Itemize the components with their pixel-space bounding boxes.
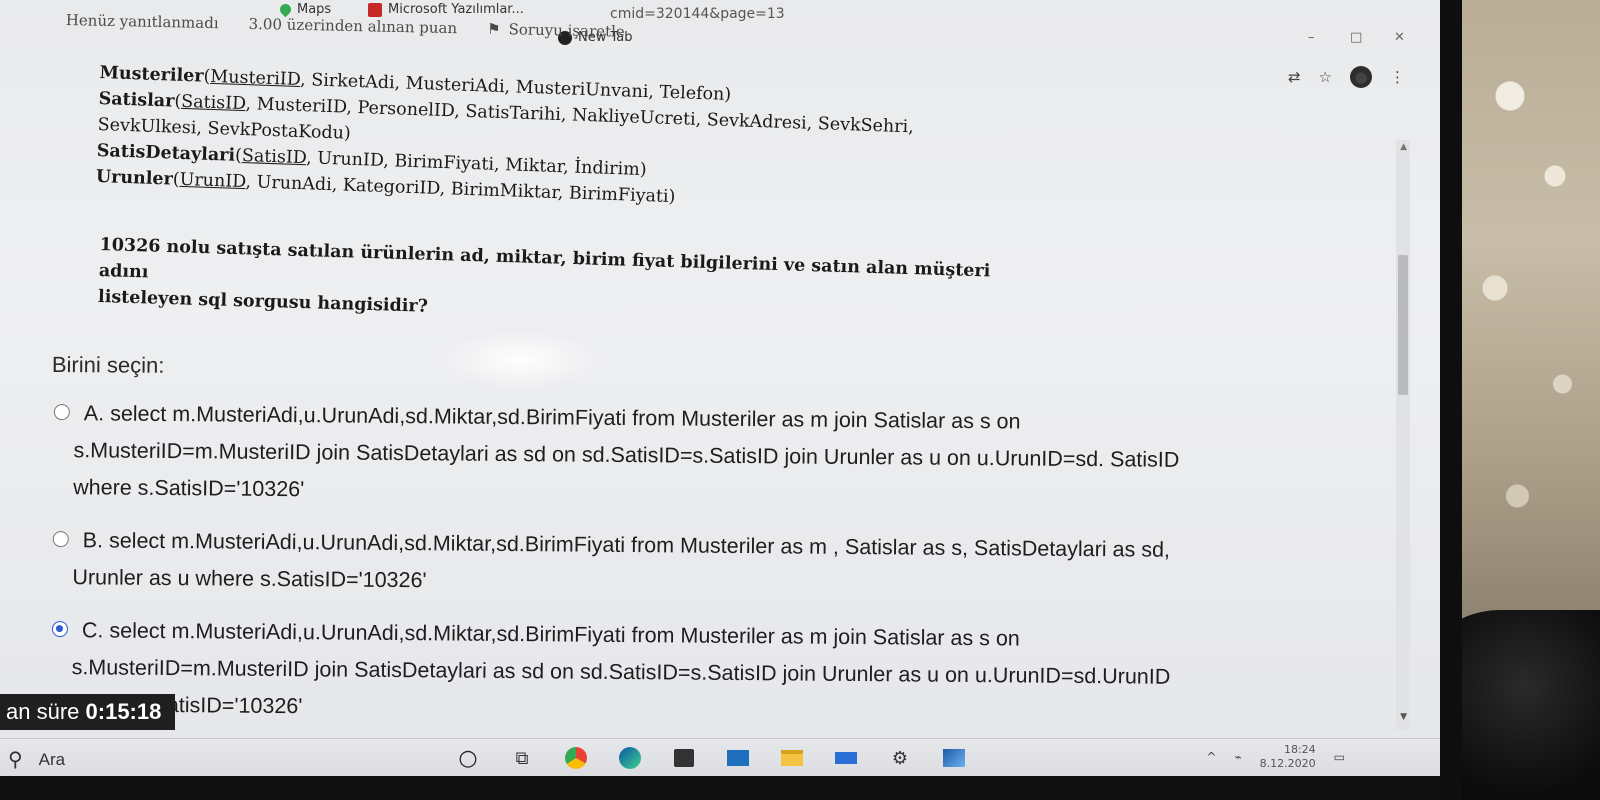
menu-icon[interactable]: ⋮ xyxy=(1390,68,1405,86)
maximize-button[interactable]: □ xyxy=(1350,30,1362,45)
photo-frame: Maps Microsoft Yazılımlar... New Tab cmi… xyxy=(0,0,1600,800)
search-label: Ara xyxy=(38,749,66,769)
taskbar-apps: ○ ⧉ ⚙ xyxy=(455,745,967,771)
translate-icon[interactable]: ⇄ xyxy=(1288,68,1301,86)
windows-taskbar: ⚲ Ara ○ ⧉ ⚙ ^ ⌁ 18:24 8.12.2020 ▭ xyxy=(0,738,1455,776)
answer-options: A. select m.MusteriAdi,u.UrunAdi,sd.Mikt… xyxy=(49,395,1272,738)
question-status: Henüz yanıtlanmadı xyxy=(65,11,219,33)
photos-icon[interactable] xyxy=(941,745,967,771)
flag-label: Soruyu işaretle xyxy=(508,20,625,41)
taskbar-search[interactable]: ⚲ Ara xyxy=(8,747,65,772)
file-explorer-icon[interactable] xyxy=(779,745,805,771)
monitor-bezel-bottom xyxy=(0,776,1455,800)
system-tray: ^ ⌁ 18:24 8.12.2020 ▭ xyxy=(1206,743,1345,771)
scroll-down-icon[interactable]: ▼ xyxy=(1400,712,1407,722)
flag-icon: ⚑ xyxy=(486,19,501,39)
option-b[interactable]: B. select m.MusteriAdi,u.UrunAdi,sd.Mikt… xyxy=(50,522,1271,607)
quiz-timer: an süre 0:15:18 xyxy=(0,694,176,730)
chrome-icon[interactable] xyxy=(563,745,589,771)
mail-icon[interactable] xyxy=(725,745,751,771)
monitor-bezel-right xyxy=(1440,0,1462,800)
question-points: 3.00 üzerinden alınan puan xyxy=(248,14,458,38)
option-a[interactable]: A. select m.MusteriAdi,u.UrunAdi,sd.Mikt… xyxy=(51,395,1272,517)
network-app-icon[interactable] xyxy=(833,745,859,771)
clock-time: 18:24 xyxy=(1283,743,1316,756)
search-icon: ⚲ xyxy=(8,749,23,771)
scrollbar-thumb[interactable] xyxy=(1398,255,1408,395)
task-view-icon[interactable]: ⧉ xyxy=(509,745,535,771)
browser-toolbar: ⇄ ☆ ● ⋮ xyxy=(1288,66,1405,88)
clock-date: 8.12.2020 xyxy=(1259,757,1316,770)
page-scrollbar[interactable] xyxy=(1396,140,1410,730)
flag-question-link[interactable]: ⚑ Soruyu işaretle xyxy=(487,20,625,41)
question-text: 10326 nolu satışta satılan ürünlerin ad,… xyxy=(98,232,1000,337)
timer-value: 0:15:18 xyxy=(85,699,162,724)
store-icon[interactable] xyxy=(671,745,697,771)
bookmark-label: Maps xyxy=(297,2,332,17)
option-c[interactable]: C. select m.MusteriAdi,u.UrunAdi,sd.Mikt… xyxy=(49,612,1270,734)
network-icon[interactable]: ⌁ xyxy=(1234,750,1241,764)
star-icon[interactable]: ☆ xyxy=(1319,68,1332,86)
close-button[interactable]: ✕ xyxy=(1394,30,1405,45)
minimize-button[interactable]: – xyxy=(1308,30,1315,45)
notification-icon[interactable]: ▭ xyxy=(1334,750,1345,764)
radio-option-c[interactable] xyxy=(51,621,69,638)
profile-avatar[interactable]: ● xyxy=(1350,66,1372,88)
chevron-up-icon[interactable]: ^ xyxy=(1206,750,1216,764)
bookmark-microsoft[interactable]: Microsoft Yazılımlar... xyxy=(368,2,524,17)
url-fragment[interactable]: cmid=320144&page=13 xyxy=(610,6,785,22)
radio-option-b[interactable] xyxy=(52,531,69,548)
scroll-up-icon[interactable]: ▲ xyxy=(1400,142,1407,152)
monitor-screen: Maps Microsoft Yazılımlar... New Tab cmi… xyxy=(0,0,1455,738)
settings-icon[interactable]: ⚙ xyxy=(887,745,913,771)
edge-icon[interactable] xyxy=(617,745,643,771)
choose-label: Birini seçin: xyxy=(51,352,165,378)
schema-text: Musteriler(MusteriID, SirketAdi, Musteri… xyxy=(95,60,979,221)
timer-label: an süre xyxy=(6,699,80,724)
microsoft-icon xyxy=(368,2,382,17)
radio-option-a[interactable] xyxy=(53,404,70,421)
cortana-icon[interactable]: ○ xyxy=(455,745,481,771)
bookmark-label: Microsoft Yazılımlar... xyxy=(388,2,524,17)
clock[interactable]: 18:24 8.12.2020 xyxy=(1260,743,1316,771)
screen-glare xyxy=(440,330,600,390)
